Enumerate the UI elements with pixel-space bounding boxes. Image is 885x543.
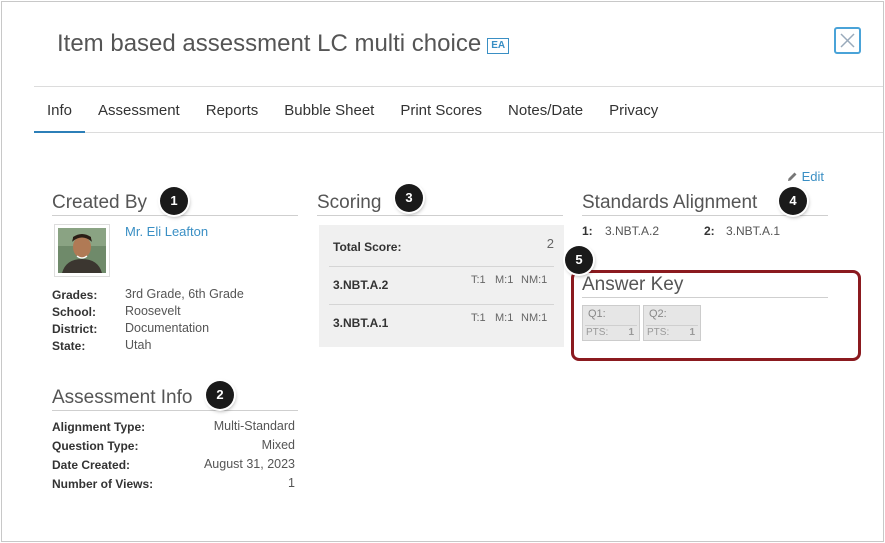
grades-value: 3rd Grade, 6th Grade	[125, 287, 244, 301]
assessment-info-title: Assessment Info	[52, 387, 298, 411]
tab-privacy[interactable]: Privacy	[596, 87, 671, 133]
total-score-value: 2	[546, 236, 554, 251]
tab-notes-date[interactable]: Notes/Date	[495, 87, 596, 133]
question-type-label: Question Type:	[52, 439, 139, 453]
answer-key-q2[interactable]: Q2: PTS: 1	[643, 305, 701, 341]
alignment-type-value: Multi-Standard	[213, 419, 295, 433]
callout-1: 1	[160, 187, 188, 215]
date-created-label: Date Created:	[52, 458, 131, 472]
edit-link[interactable]: Edit	[787, 169, 824, 184]
user-photo-icon	[58, 228, 106, 273]
school-link[interactable]: Roosevelt	[125, 304, 181, 318]
score-divider	[329, 266, 554, 267]
tab-info[interactable]: Info	[34, 87, 86, 133]
m-score: M:1	[495, 274, 514, 286]
answer-key-q1[interactable]: Q1: PTS: 1	[582, 305, 640, 341]
ea-badge: EA	[487, 38, 510, 54]
tab-bar: Info Assessment Reports Bubble Sheet Pri…	[34, 87, 883, 133]
standard-num: 2:	[704, 224, 715, 238]
pts-value: 1	[628, 327, 634, 338]
callout-5: 5	[565, 246, 593, 274]
close-x-icon	[840, 33, 855, 48]
nm-score: NM:1	[521, 274, 548, 286]
assessment-modal: Item based assessment LC multi choice EA …	[1, 1, 884, 542]
district-link[interactable]: Documentation	[125, 321, 209, 335]
pts-label: PTS:	[586, 327, 609, 338]
views-value: 1	[288, 476, 295, 490]
standard-code: 3.NBT.A.2	[333, 278, 389, 292]
tab-print-scores[interactable]: Print Scores	[387, 87, 495, 133]
callout-3: 3	[395, 184, 423, 212]
standard-code: 3.NBT.A.2	[605, 224, 660, 238]
tab-assessment[interactable]: Assessment	[85, 87, 193, 133]
pts-value: 1	[689, 327, 695, 338]
m-score: M:1	[495, 312, 514, 324]
total-score-label: Total Score:	[333, 240, 402, 254]
standard-code: 3.NBT.A.1	[726, 224, 781, 238]
date-created-value: August 31, 2023	[203, 457, 295, 471]
t-score: T:1	[471, 312, 486, 324]
state-value: Utah	[125, 338, 152, 352]
creator-name-link[interactable]: Mr. Eli Leafton	[125, 224, 208, 239]
avatar	[54, 224, 110, 277]
district-label: District:	[52, 322, 98, 336]
question-type-value: Mixed	[261, 438, 295, 452]
page-title-text: Item based assessment LC multi choice	[57, 30, 482, 57]
scoring-panel: Total Score: 2 3.NBT.A.2 T:1 M:1 NM:1 3.…	[319, 225, 564, 347]
standard-num: 1:	[582, 224, 593, 238]
grades-label: Grades:	[52, 288, 98, 302]
question-label: Q2:	[649, 308, 667, 320]
state-label: State:	[52, 339, 86, 353]
edit-label: Edit	[801, 169, 825, 184]
question-label: Q1:	[588, 308, 606, 320]
tab-reports[interactable]: Reports	[193, 87, 272, 133]
school-label: School:	[52, 305, 96, 319]
close-button[interactable]	[834, 27, 861, 54]
standard-code: 3.NBT.A.1	[333, 316, 389, 330]
nm-score: NM:1	[521, 312, 548, 324]
views-label: Number of Views:	[52, 477, 154, 491]
callout-4: 4	[779, 187, 807, 215]
answer-key-title: Answer Key	[582, 274, 828, 298]
page-title: Item based assessment LC multi choice EA	[57, 30, 510, 58]
score-divider	[329, 304, 554, 305]
scoring-title: Scoring	[317, 192, 563, 216]
pencil-icon	[788, 172, 797, 181]
callout-2: 2	[206, 381, 234, 409]
alignment-type-label: Alignment Type:	[52, 420, 146, 434]
pts-label: PTS:	[647, 327, 670, 338]
tab-bubble-sheet[interactable]: Bubble Sheet	[271, 87, 387, 133]
t-score: T:1	[471, 274, 486, 286]
